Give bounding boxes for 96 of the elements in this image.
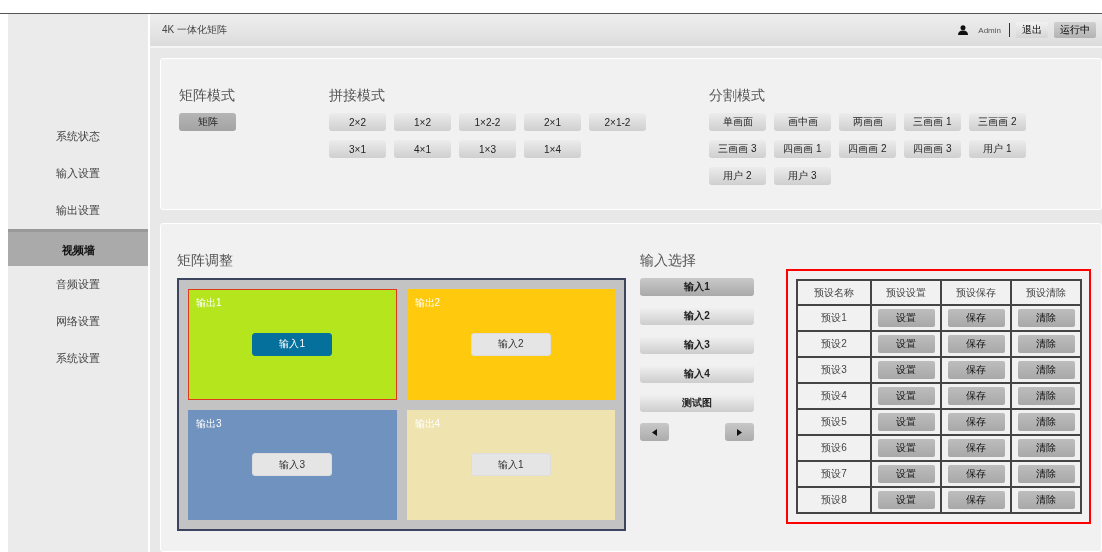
mode-button[interactable]: 用户 3 — [774, 167, 831, 185]
mode-button[interactable]: 三画画 1 — [904, 113, 961, 131]
section-title: 矩阵调整 — [177, 252, 234, 270]
preset-button[interactable]: 保存 — [947, 387, 1005, 405]
input-button[interactable]: 输入1 — [252, 332, 333, 356]
input-select-button[interactable]: 输入3 — [640, 336, 754, 354]
preset-name: 预设8 — [797, 487, 871, 513]
input-select-button[interactable]: 输入1 — [640, 278, 754, 296]
preset-button[interactable]: 清除 — [1017, 309, 1075, 327]
column-header: 预设名称 — [797, 280, 871, 305]
preset-button[interactable]: 设置 — [877, 387, 935, 405]
column-header: 预设设置 — [871, 280, 941, 305]
preset-name: 预设6 — [797, 435, 871, 461]
preset-button[interactable]: 保存 — [947, 335, 1005, 353]
preset-button[interactable]: 保存 — [947, 309, 1005, 327]
mode-button[interactable]: 三画画 3 — [709, 140, 766, 158]
output-cell[interactable]: 输出2 输入2 — [406, 289, 615, 400]
mode-button[interactable]: 矩阵 — [179, 113, 236, 131]
mode-button[interactable]: 用户 2 — [709, 167, 766, 185]
header-button[interactable]: 退出 — [1016, 22, 1048, 38]
preset-button[interactable]: 设置 — [877, 335, 935, 353]
section-title: 输入选择 — [640, 252, 697, 270]
right-triangle-icon — [737, 428, 742, 436]
mode-button[interactable]: 1×2-2 — [459, 113, 516, 131]
mode-button[interactable]: 单画面 — [709, 113, 766, 131]
preset-button[interactable]: 清除 — [1017, 465, 1075, 483]
preset-button[interactable]: 清除 — [1017, 439, 1075, 457]
preset-button[interactable]: 设置 — [877, 361, 935, 379]
preset-name: 预设5 — [797, 409, 871, 435]
mode-button[interactable]: 四画画 1 — [774, 140, 831, 158]
input-button[interactable]: 输入3 — [252, 453, 333, 477]
mode-button[interactable]: 2×2 — [329, 113, 386, 131]
app-title: 4K 一体化矩阵 — [162, 23, 228, 37]
mode-button[interactable]: 1×3 — [459, 140, 516, 158]
output-cell[interactable]: 输出4 输入1 — [406, 409, 615, 520]
column-header: 预设清除 — [1011, 280, 1081, 305]
sidebar-item[interactable]: 系统设置 — [8, 340, 148, 377]
user-name: Admin — [978, 25, 1001, 35]
next-button[interactable] — [725, 423, 754, 441]
preset-name: 预设2 — [797, 331, 871, 357]
mode-button[interactable]: 1×4 — [524, 140, 581, 158]
mode-button[interactable]: 2×1 — [524, 113, 581, 131]
section-title: 矩阵模式 — [179, 87, 236, 105]
output-label: 输出4 — [414, 416, 441, 431]
mode-button[interactable]: 用户 1 — [969, 140, 1026, 158]
section-title: 分割模式 — [709, 87, 766, 105]
input-select-button[interactable]: 输入2 — [640, 307, 754, 325]
sidebar-item[interactable]: 网络设置 — [8, 303, 148, 340]
preset-button[interactable]: 清除 — [1017, 335, 1075, 353]
output-cell[interactable]: 输出3 输入3 — [188, 409, 397, 520]
mode-button[interactable]: 两画画 — [839, 113, 896, 131]
mode-button[interactable]: 三画画 2 — [969, 113, 1026, 131]
preset-button[interactable]: 清除 — [1017, 413, 1075, 431]
header-button[interactable]: 运行中 — [1054, 22, 1096, 38]
left-triangle-icon — [652, 428, 657, 436]
output-cell[interactable]: 输出1 输入1 — [188, 289, 397, 400]
preset-button[interactable]: 设置 — [877, 413, 935, 431]
preset-button[interactable]: 保存 — [947, 413, 1005, 431]
previous-button[interactable] — [640, 423, 669, 441]
preset-button[interactable]: 设置 — [877, 491, 935, 509]
preset-name: 预设7 — [797, 461, 871, 487]
sidebar-item[interactable]: 系统状态 — [8, 118, 148, 155]
mode-button[interactable]: 四画画 3 — [904, 140, 961, 158]
preset-button[interactable]: 清除 — [1017, 387, 1075, 405]
input-button[interactable]: 输入1 — [470, 453, 551, 477]
preset-name: 预设4 — [797, 383, 871, 409]
preset-button[interactable]: 保存 — [947, 439, 1005, 457]
user-icon — [958, 25, 969, 35]
sidebar-item[interactable]: 输入设置 — [8, 155, 148, 192]
mode-button[interactable]: 3×1 — [329, 140, 386, 158]
mode-button[interactable]: 4×1 — [394, 140, 451, 158]
preset-button[interactable]: 保存 — [947, 491, 1005, 509]
mode-button[interactable]: 四画画 2 — [839, 140, 896, 158]
preset-button[interactable]: 清除 — [1017, 491, 1075, 509]
preset-name: 预设3 — [797, 357, 871, 383]
sidebar-item[interactable]: 输出设置 — [8, 192, 148, 229]
output-label: 输出1 — [196, 296, 222, 310]
input-button[interactable]: 输入2 — [470, 332, 551, 356]
input-select-button[interactable]: 输入4 — [640, 365, 754, 383]
preset-button[interactable]: 设置 — [877, 309, 935, 327]
input-select-button[interactable]: 测试图 — [640, 394, 754, 412]
mode-button[interactable]: 1×2 — [394, 113, 451, 131]
preset-button[interactable]: 保存 — [947, 361, 1005, 379]
preset-button[interactable]: 设置 — [877, 465, 935, 483]
preset-button[interactable]: 清除 — [1017, 361, 1075, 379]
output-label: 输出3 — [196, 416, 222, 431]
preset-button[interactable]: 保存 — [947, 465, 1005, 483]
preset-button[interactable]: 设置 — [877, 439, 935, 457]
preset-name: 预设1 — [797, 305, 871, 331]
column-header: 预设保存 — [941, 280, 1011, 305]
section-title: 拼接模式 — [329, 87, 386, 105]
sidebar-item[interactable]: 视频墙 — [8, 229, 148, 266]
mode-button[interactable]: 画中画 — [774, 113, 831, 131]
mode-button[interactable]: 2×1-2 — [589, 113, 646, 131]
output-label: 输出2 — [414, 296, 441, 310]
sidebar-item[interactable]: 音频设置 — [8, 266, 148, 303]
